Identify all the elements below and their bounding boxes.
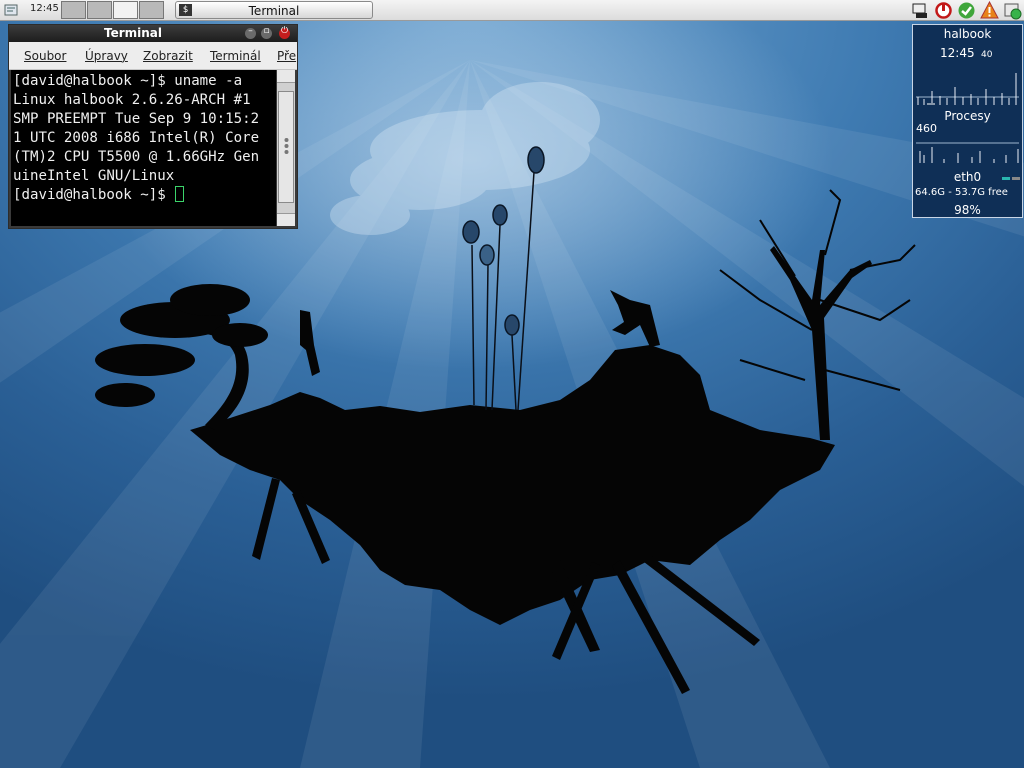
network-activity-bar [1002, 177, 1020, 180]
power-icon[interactable] [934, 1, 953, 20]
system-tray [911, 1, 1022, 20]
terminal-line: SMP PREEMPT Tue Sep 9 10:15:2 [13, 111, 260, 127]
terminal-window[interactable]: Terminal – ▫ ⏻ Soubor Úpravy Zobrazit Te… [8, 24, 298, 229]
system-monitor-widget: halbook 12:45 40 Procesy 460 eth0 64.6G … [912, 24, 1023, 218]
taskbar-button-terminal[interactable]: $ Terminal [175, 1, 373, 19]
maximize-button[interactable]: ▫ [261, 26, 272, 39]
scroll-down-arrow[interactable] [277, 213, 295, 226]
monitor-seconds: 40 [981, 50, 993, 60]
terminal-line: [david@halbook ~]$ uname -a [13, 73, 243, 89]
workspace-pager [61, 1, 165, 19]
window-title: Terminal [103, 26, 163, 40]
menu-zobrazit[interactable]: Zobrazit [143, 49, 193, 63]
workspace-2[interactable] [87, 1, 112, 19]
terminal-prompt-line: [david@halbook ~]$ [13, 186, 185, 205]
scrollbar-thumb[interactable] [278, 91, 294, 203]
menu-upravy[interactable]: Úpravy [85, 49, 128, 63]
close-icon: ⏻ [280, 26, 289, 36]
taskbar-button-label: Terminal [248, 4, 300, 18]
grip-icon [284, 138, 289, 154]
disk-usage-label: 64.6G - 53.7G free [915, 187, 1008, 198]
panel-clock[interactable]: 12:45 [30, 3, 59, 14]
processes-label: Procesy [944, 109, 991, 123]
terminal-line: 1 UTC 2008 i686 Intel(R) Core [13, 130, 260, 146]
monitor-clock: 12:45 [940, 46, 975, 60]
maximize-icon: ▫ [263, 26, 270, 36]
status-icon[interactable] [1003, 1, 1022, 20]
scroll-up-arrow[interactable] [277, 70, 295, 83]
update-icon[interactable] [957, 1, 976, 20]
top-panel: 12:45 $ Terminal [0, 0, 1024, 21]
workspace-1[interactable] [61, 1, 86, 19]
app-menu-icon[interactable] [4, 3, 18, 17]
workspace-4[interactable] [139, 1, 164, 19]
battery-percentage: 98% [954, 203, 981, 217]
process-graph [916, 142, 1019, 163]
window-titlebar[interactable]: Terminal – ▫ ⏻ [9, 25, 297, 42]
terminal-line: uineIntel GNU/Linux [13, 168, 175, 184]
close-button[interactable]: ⏻ [279, 26, 290, 39]
warning-icon[interactable] [980, 1, 999, 20]
text-cursor [175, 186, 185, 202]
minimize-icon: – [248, 26, 253, 36]
terminal-line: Linux halbook 2.6.26-ARCH #1 [13, 92, 251, 108]
menu-soubor[interactable]: Soubor [24, 49, 66, 63]
hostname-label: halbook [943, 27, 992, 41]
menu-prejit[interactable]: Pře [277, 49, 296, 63]
minimize-button[interactable]: – [245, 26, 256, 39]
network-icon[interactable] [911, 1, 930, 20]
terminal-menubar: Soubor Úpravy Zobrazit Terminál Pře [9, 42, 297, 70]
terminal-scrollbar[interactable] [277, 70, 295, 226]
workspace-3[interactable] [113, 1, 138, 19]
menu-terminal[interactable]: Terminál [210, 49, 261, 63]
cpu-graph [916, 73, 1019, 105]
terminal-line: (TM)2 CPU T5500 @ 1.66GHz Gen [13, 149, 260, 165]
terminal-prompt: [david@halbook ~]$ [13, 187, 175, 203]
terminal-output[interactable]: [david@halbook ~]$ uname -a Linux halboo… [11, 70, 276, 226]
